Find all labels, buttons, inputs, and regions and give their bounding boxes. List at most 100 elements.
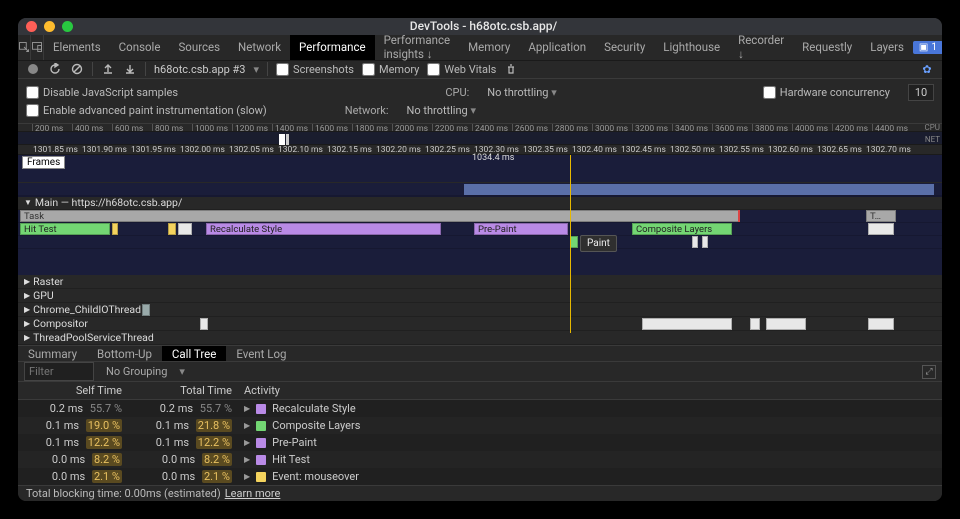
table-row[interactable]: 0.0 ms 2.1 %0.0 ms 2.1 %▶Event: mouseove…: [18, 468, 942, 485]
window-controls: [26, 21, 73, 32]
record-button[interactable]: [26, 62, 40, 76]
expand-icon[interactable]: ▶: [244, 404, 250, 413]
tab-security[interactable]: Security: [595, 35, 654, 60]
col-activity[interactable]: Activity: [238, 382, 942, 399]
network-throttle-select[interactable]: No throttling ▾: [407, 104, 476, 117]
detail-tick: 1302.70 ms: [865, 145, 911, 154]
detail-tick: 1302.10 ms: [277, 145, 323, 154]
clear-button[interactable]: [70, 62, 84, 76]
detail-tab-call-tree[interactable]: Call Tree: [162, 346, 226, 361]
expand-button[interactable]: ⤢: [922, 365, 936, 379]
issues-badge[interactable]: ▣1: [913, 41, 942, 54]
capture-options: Disable JavaScript samples CPU: No throt…: [18, 79, 942, 124]
seg-paint[interactable]: [570, 236, 578, 248]
overview-tick: 4000 ms: [792, 124, 828, 131]
tab-lighthouse[interactable]: Lighthouse: [654, 35, 729, 60]
threadpool-lane[interactable]: ▶ThreadPoolServiceThread: [18, 331, 942, 345]
overview-tick: 3000 ms: [592, 124, 628, 131]
seg-composite-layers[interactable]: Composite Layers: [632, 223, 732, 235]
capture-settings-icon[interactable]: ✿: [920, 62, 934, 76]
seg-event[interactable]: [112, 223, 118, 235]
grouping-select[interactable]: No Grouping: [100, 365, 173, 378]
table-row[interactable]: 0.0 ms 8.2 %0.0 ms 8.2 %▶Hit Test: [18, 451, 942, 468]
maximize-window-button[interactable]: [62, 21, 73, 32]
device-icon[interactable]: [31, 35, 44, 60]
col-total-time[interactable]: Total Time: [128, 382, 238, 399]
close-window-button[interactable]: [26, 21, 37, 32]
flame-chart[interactable]: 1034.4 ms Frames ▶Animation ▼Main — http…: [18, 155, 942, 345]
cpu-throttle-select[interactable]: No throttling ▾: [487, 86, 556, 99]
memory-checkbox[interactable]: Memory: [362, 63, 419, 76]
seg-recalc-style[interactable]: Recalculate Style: [206, 223, 441, 235]
tab-recorder-[interactable]: Recorder ↓: [729, 35, 793, 60]
frames-label[interactable]: Frames: [22, 156, 65, 169]
detail-tick: 1302.55 ms: [718, 145, 764, 154]
minimize-window-button[interactable]: [44, 21, 55, 32]
detail-tab-event-log[interactable]: Event Log: [226, 346, 296, 361]
tab-memory[interactable]: Memory: [459, 35, 519, 60]
expand-icon[interactable]: ▶: [244, 455, 250, 464]
main-lane[interactable]: ▼Main — https://h68otc.csb.app/: [18, 196, 942, 210]
disable-js-checkbox[interactable]: Disable JavaScript samples: [26, 86, 178, 99]
inspect-icon[interactable]: [18, 35, 31, 60]
gc-button[interactable]: [504, 62, 518, 76]
expand-icon[interactable]: ▶: [244, 438, 250, 447]
table-row[interactable]: 0.2 ms 55.7 %0.2 ms 55.7 %▶Recalculate S…: [18, 400, 942, 417]
hw-concurrency-checkbox[interactable]: Hardware concurrency: [763, 86, 890, 99]
learn-more-link[interactable]: Learn more: [225, 487, 281, 500]
overview-tick: 4200 ms: [832, 124, 868, 131]
seg-task[interactable]: Task: [20, 210, 740, 222]
tab-layers[interactable]: Layers: [861, 35, 913, 60]
activity-name: Composite Layers: [272, 419, 360, 432]
detail-tick: 1302.15 ms: [326, 145, 372, 154]
tab-requestly[interactable]: Requestly: [793, 35, 861, 60]
overview-tick: 600 ms: [112, 124, 143, 131]
window-title: DevTools - h68otc.csb.app/: [73, 19, 894, 33]
table-row[interactable]: 0.1 ms 19.0 %0.1 ms 21.8 %▶Composite Lay…: [18, 417, 942, 434]
detail-tab-bottom-up[interactable]: Bottom-Up: [87, 346, 162, 361]
reload-record-button[interactable]: [48, 62, 62, 76]
screenshots-checkbox[interactable]: Screenshots: [276, 63, 354, 76]
adv-paint-checkbox[interactable]: Enable advanced paint instrumentation (s…: [26, 104, 267, 117]
load-profile-button[interactable]: [101, 62, 115, 76]
seg-task-2[interactable]: T…: [866, 210, 896, 222]
childio-lane[interactable]: ▶Chrome_ChildIOThread: [18, 303, 942, 317]
overview-tick: 2400 ms: [472, 124, 508, 131]
seg-misc[interactable]: [178, 223, 192, 235]
gpu-lane[interactable]: ▶GPU: [18, 289, 942, 303]
seg-event-2[interactable]: [168, 223, 176, 235]
tab-performance[interactable]: Performance: [290, 35, 375, 60]
save-profile-button[interactable]: [123, 62, 137, 76]
seg-hit-test[interactable]: Hit Test: [20, 223, 110, 235]
activity-swatch: [256, 421, 266, 431]
seg-pre-paint[interactable]: Pre-Paint: [474, 223, 568, 235]
tab-performance-insights-[interactable]: Performance insights ↓: [375, 35, 460, 60]
overview-ruler[interactable]: CPU 200 ms400 ms600 ms800 ms1000 ms1200 …: [18, 124, 942, 132]
filter-input[interactable]: [24, 362, 94, 381]
tab-application[interactable]: Application: [519, 35, 595, 60]
overview-tick: 1800 ms: [352, 124, 388, 131]
overview-tick: 1000 ms: [192, 124, 228, 131]
activity-name: Recalculate Style: [272, 402, 356, 415]
titlebar: DevTools - h68otc.csb.app/: [18, 18, 942, 35]
tab-elements[interactable]: Elements: [44, 35, 110, 60]
seg-misc-2[interactable]: [868, 223, 894, 235]
tab-network[interactable]: Network: [229, 35, 290, 60]
overview-minimap[interactable]: NET: [18, 132, 942, 145]
table-row[interactable]: 0.1 ms 12.2 %0.1 ms 12.2 %▶Pre-Paint: [18, 434, 942, 451]
target-select[interactable]: h68otc.csb.app #3: [154, 63, 246, 76]
expand-icon[interactable]: ▶: [244, 472, 250, 481]
tab-sources[interactable]: Sources: [169, 35, 229, 60]
col-self-time[interactable]: Self Time: [18, 382, 128, 399]
network-label: Network:: [345, 104, 389, 117]
detail-tab-summary[interactable]: Summary: [18, 346, 87, 361]
detail-tick: 1302.20 ms: [375, 145, 421, 154]
hw-concurrency-input[interactable]: [908, 84, 934, 101]
webvitals-checkbox[interactable]: Web Vitals: [427, 63, 496, 76]
tab-console[interactable]: Console: [110, 35, 170, 60]
compositor-lane[interactable]: ▶Compositor: [18, 317, 942, 331]
expand-icon[interactable]: ▶: [244, 421, 250, 430]
raster-lane[interactable]: ▶Raster: [18, 275, 942, 289]
detail-tick: 1302.60 ms: [767, 145, 813, 154]
overview-tick: 2600 ms: [512, 124, 548, 131]
